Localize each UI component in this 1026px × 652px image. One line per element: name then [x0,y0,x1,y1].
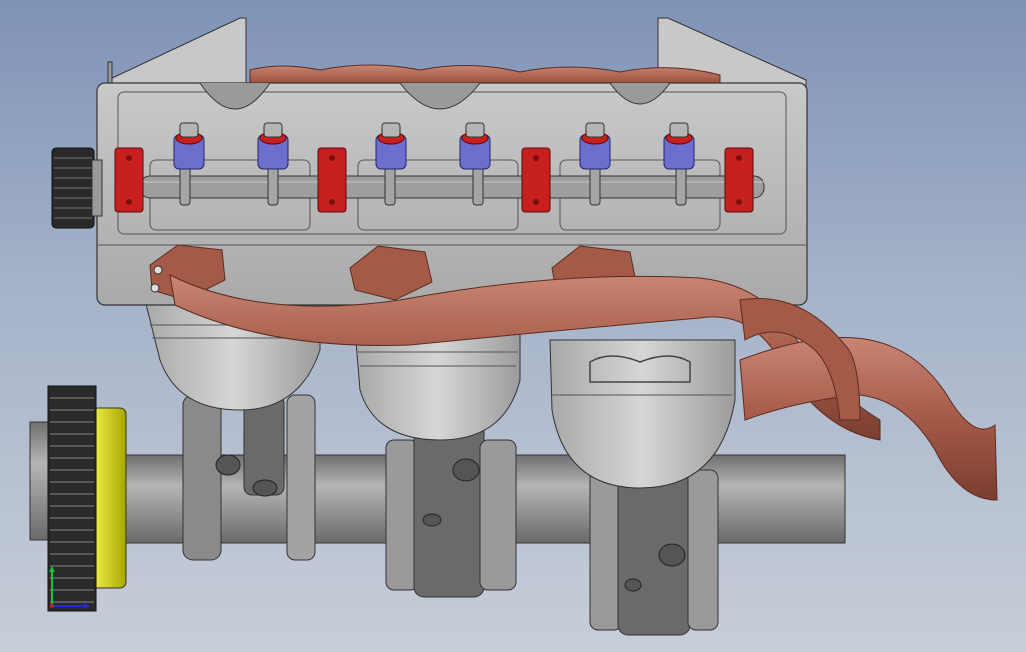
connecting-rod-3[interactable] [589,469,719,636]
graphics-viewport[interactable] [0,0,1026,652]
piston-2[interactable] [354,329,521,441]
camshaft[interactable] [139,175,765,199]
crank-pulley[interactable] [47,385,127,612]
cam-bearing-cap-2[interactable] [317,147,347,213]
cam-pulley[interactable] [51,147,103,229]
cam-bearing-cap-4[interactable] [724,147,754,213]
engine-model-canvas[interactable] [0,0,1026,652]
cam-bearing-cap-1[interactable] [114,147,144,213]
cam-bearing-cap-3[interactable] [521,147,551,213]
